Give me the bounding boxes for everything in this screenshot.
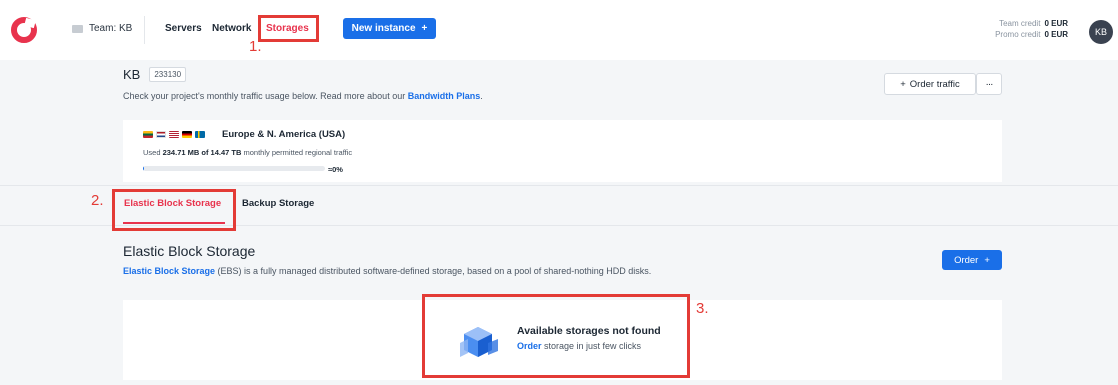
usage-prefix: Used [143, 148, 163, 157]
project-title: KB 233130 [123, 67, 187, 82]
nav-servers[interactable]: Servers [165, 23, 202, 34]
nav-network[interactable]: Network [212, 23, 251, 34]
order-traffic-label: Order traffic [909, 78, 960, 90]
bandwidth-plans-link[interactable]: Bandwidth Plans [408, 91, 481, 101]
annotation-label-1: 1. [249, 38, 262, 55]
annotation-label-2: 2. [91, 192, 104, 209]
tab-backup-storage[interactable]: Backup Storage [242, 198, 314, 209]
section-description-text: (EBS) is a fully managed distributed sof… [215, 266, 652, 276]
page: Team: KB Servers Network Storages New in… [0, 0, 1118, 385]
section-description: Elastic Block Storage (EBS) is a fully m… [123, 266, 651, 276]
plus-icon: + [900, 78, 906, 90]
lithuania-flag-icon [143, 131, 153, 138]
nav-divider [144, 16, 145, 44]
traffic-progress-bar [143, 166, 325, 171]
project-name: KB [123, 67, 141, 82]
region-flags [143, 131, 205, 138]
team-credit-value: 0 EUR [1044, 19, 1068, 28]
traffic-usage: Used 234.71 MB of 14.47 TB monthly permi… [143, 148, 352, 157]
traffic-percent: ≈0% [328, 165, 343, 174]
netherlands-flag-icon [156, 131, 166, 138]
usage-suffix: monthly permitted regional traffic [241, 148, 353, 157]
annotation-label-3: 3. [696, 300, 709, 317]
team-selector[interactable]: Team: KB [72, 23, 132, 34]
project-description-text: Check your project's monthly traffic usa… [123, 91, 408, 101]
new-instance-button[interactable]: New instance + [343, 18, 436, 39]
traffic-card: Europe & N. America (USA) Used 234.71 MB… [0, 120, 1118, 182]
ebs-link[interactable]: Elastic Block Storage [123, 266, 215, 276]
annotation-box-empty-state [422, 294, 690, 378]
top-navigation: Team: KB Servers Network Storages New in… [0, 0, 1118, 60]
annotation-box-storages [258, 15, 319, 42]
sweden-flag-icon [195, 131, 205, 138]
usa-flag-icon [169, 131, 179, 138]
germany-flag-icon [182, 131, 192, 138]
annotation-box-elastic-tab [112, 189, 236, 231]
project-description-end: . [480, 91, 483, 101]
plus-icon: + [421, 23, 428, 34]
region-name: Europe & N. America (USA) [222, 129, 346, 140]
section-title: Elastic Block Storage [123, 243, 256, 259]
credits: Team credit 0 EUR Promo credit 0 EUR [995, 18, 1068, 40]
plus-icon: + [984, 254, 990, 266]
usage-amount: 234.71 MB of 14.47 TB [162, 148, 242, 157]
team-credit-label: Team credit [999, 19, 1041, 28]
order-traffic-button[interactable]: + Order traffic [884, 73, 976, 95]
logo-icon[interactable] [11, 17, 37, 43]
project-description: Check your project's monthly traffic usa… [123, 91, 483, 101]
project-id-badge: 233130 [149, 67, 187, 82]
order-label: Order [954, 254, 979, 266]
promo-credit-label: Promo credit [995, 30, 1041, 39]
promo-credit-value: 0 EUR [1044, 30, 1068, 39]
new-instance-label: New instance [351, 23, 416, 34]
avatar[interactable]: KB [1089, 20, 1113, 44]
team-label: Team: KB [89, 23, 133, 34]
more-options-button[interactable]: ··· [976, 73, 1002, 95]
order-storage-button[interactable]: Order + [942, 250, 1002, 270]
folder-icon [72, 24, 83, 33]
